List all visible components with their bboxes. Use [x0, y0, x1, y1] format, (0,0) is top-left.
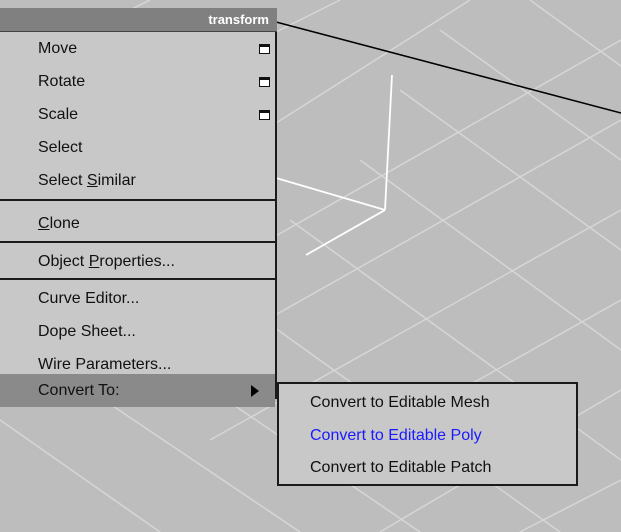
label-part: Select	[38, 172, 87, 189]
menu-title: transform	[0, 8, 277, 32]
label-part: lone	[49, 215, 80, 232]
menu-item-label: Scale	[38, 106, 79, 123]
menu-item-clone[interactable]: Clone	[0, 207, 275, 241]
label-part: Object	[38, 253, 89, 270]
menu-item-label: Wire Parameters...	[38, 356, 172, 373]
menu-item-label: Move	[38, 40, 78, 57]
menu-item-label: Select	[38, 139, 83, 156]
menu-separator	[0, 199, 275, 201]
menu-item-scale[interactable]: Scale	[0, 98, 275, 132]
menu-item-label: Curve Editor...	[38, 290, 140, 307]
label-mnemonic: S	[86, 172, 98, 189]
submenu-item-editable-mesh[interactable]: Convert to Editable Mesh	[279, 388, 576, 418]
label-mnemonic: C	[38, 215, 50, 232]
submenu-item-label: Convert to Editable Patch	[310, 459, 492, 476]
menu-item-label: Convert To:	[38, 382, 120, 399]
submenu-item-label: Convert to Editable Poly	[310, 427, 482, 444]
menu-item-select-similar[interactable]: Select Similar	[0, 164, 275, 198]
label-part: roperties...	[99, 253, 175, 270]
menu-item-select[interactable]: Select	[0, 131, 275, 165]
scale-options-icon[interactable]	[259, 110, 270, 120]
transform-gizmo	[275, 74, 393, 256]
menu-item-curve-editor[interactable]: Curve Editor...	[0, 282, 275, 316]
quad-menu: transform Move Rotate Scale Select Selec…	[0, 8, 277, 399]
menu-item-label: Dope Sheet...	[38, 323, 136, 340]
menu-separator	[0, 278, 275, 280]
submenu-item-editable-poly[interactable]: Convert to Editable Poly	[279, 421, 576, 451]
submenu-item-label: Convert to Editable Mesh	[310, 394, 490, 411]
menu-item-move[interactable]: Move	[0, 32, 275, 66]
menu-item-label: Rotate	[38, 73, 86, 90]
menu-item-dope-sheet[interactable]: Dope Sheet...	[0, 315, 275, 349]
submenu-item-editable-patch[interactable]: Convert to Editable Patch	[279, 453, 576, 483]
menu-item-rotate[interactable]: Rotate	[0, 65, 275, 99]
submenu-arrow-icon	[251, 385, 259, 397]
move-options-icon[interactable]	[259, 44, 270, 54]
menu-item-object-properties[interactable]: Object Properties...	[0, 245, 275, 279]
menu-item-convert-to-row[interactable]: Convert To:	[0, 374, 275, 407]
menu-separator	[0, 241, 275, 243]
convert-to-submenu: Convert to Editable Mesh Convert to Edit…	[277, 382, 578, 486]
label-mnemonic: P	[88, 253, 100, 270]
label-part: imilar	[97, 172, 136, 189]
rotate-options-icon[interactable]	[259, 77, 270, 87]
